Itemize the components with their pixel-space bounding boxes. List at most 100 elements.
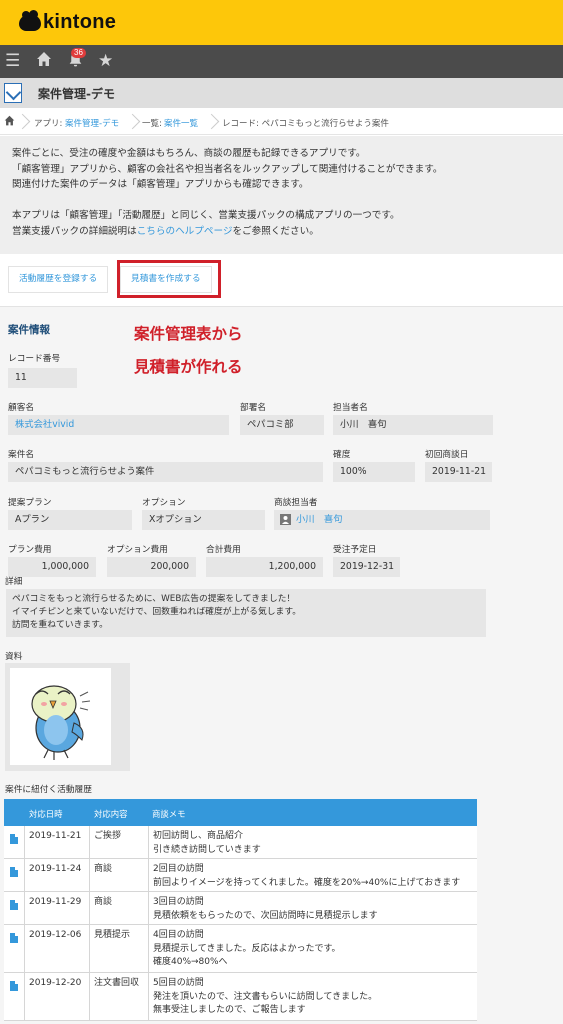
detail-line: ペパコミをもっと流行らせるために、WEB広告の提案をしてきました！ [12, 594, 296, 604]
nav-bar: ☰ 36 ★ [0, 45, 563, 78]
row-date: 2019-12-20 [24, 973, 89, 1020]
memo-line: 確度40%→80%へ [153, 957, 228, 967]
expected-order-date-value: 2019-12-31 [333, 557, 400, 577]
table-row[interactable]: 2019-11-24 商談 2回目の訪問 前回よりイメージを持ってくれました。確… [4, 859, 477, 892]
memo-line: 2回目の訪問 [153, 864, 204, 874]
row-date: 2019-12-06 [24, 925, 89, 972]
sales-rep-label: 商談担当者 [274, 498, 318, 508]
table-row[interactable]: 2019-12-06 見積提示 4回目の訪問 見積提示してきました。反応はよかっ… [4, 925, 477, 973]
breadcrumb-home-icon[interactable] [4, 115, 15, 129]
memo-line: 見積依頼をもらったので、次回訪問時に見積提示します [153, 910, 378, 921]
attachment-thumbnail[interactable] [10, 668, 111, 765]
description-line: 「顧客管理」アプリから、顧客の会社名や担当者名をルックアップして関連付けることが… [12, 163, 443, 175]
description-line: 関連付けた案件のデータは「顧客管理」アプリからも確認できます。 [12, 179, 309, 190]
breadcrumb: アプリ: 案件管理-デモ 一覧: 案件一覧 レコード: ペパコミもっと流行らせよ… [0, 109, 563, 135]
row-memo: 4回目の訪問 見積提示してきました。反応はよかったです。 確度40%→80%へ [148, 925, 477, 972]
detail-value: ペパコミをもっと流行らせるために、WEB広告の提案をしてきました！ イマイチピン… [6, 589, 486, 637]
table-header: 対応日時 対応内容 商談メモ [4, 799, 477, 826]
row-memo: 5回目の訪問 発注を頂いたので、注文書もらいに訪問してきました。 無事受注しまし… [148, 973, 477, 1020]
app-header: 案件管理-デモ [0, 78, 563, 108]
annotation-line1: 案件管理表から [134, 325, 243, 343]
breadcrumb-separator [126, 109, 138, 135]
breadcrumb-app-prefix: アプリ: [34, 119, 63, 129]
row-type: 商談 [89, 892, 148, 924]
help-suffix: をご参照ください。 [232, 225, 319, 237]
row-date: 2019-11-24 [24, 859, 89, 891]
notification-count-badge: 36 [71, 48, 86, 58]
memo-line: 前回よりイメージを持ってくれました。確度を20%→40%に上げておきます [153, 877, 461, 888]
document-icon[interactable] [10, 867, 18, 877]
app-title[interactable]: 案件管理-デモ [38, 85, 115, 102]
total-cost-label: 合計費用 [206, 545, 241, 555]
customer-link[interactable]: 株式会社vivid [8, 415, 229, 435]
attachment-label: 資料 [5, 652, 23, 662]
document-icon[interactable] [10, 981, 18, 991]
option-value: Xオプション [142, 510, 265, 530]
first-meeting-label: 初回商談日 [425, 450, 469, 460]
first-meeting-value: 2019-11-21 [425, 462, 492, 482]
logo-text: kintone [43, 11, 117, 33]
user-icon [280, 514, 291, 525]
app-icon[interactable] [4, 83, 22, 103]
memo-line: 初回訪問し、商品紹介 [153, 831, 244, 841]
contact-value: 小川 喜句 [333, 415, 493, 435]
parakeet-illustration [31, 685, 91, 760]
memo-line: 4回目の訪問 [153, 930, 204, 940]
breadcrumb-record: レコード: ペパコミもっと流行らせよう案件 [222, 119, 389, 129]
department-value: ペパコミ部 [240, 415, 324, 435]
action-bar: 活動履歴を登録する 見積書を作成する [0, 254, 563, 307]
detail-label: 詳細 [5, 577, 23, 587]
table-row[interactable]: 2019-11-21 ご挨拶 初回訪問し、商品紹介 引き続き訪問していきます [4, 826, 477, 859]
memo-line: 無事受注しましたので、ご報告します [153, 1005, 306, 1015]
column-header-date: 対応日時 [29, 809, 63, 819]
row-type: ご挨拶 [89, 826, 148, 858]
description-line: 本アプリは「顧客管理」「活動履歴」と同じく、営業支援パックの構成アプリの一つです… [12, 210, 400, 221]
row-date: 2019-11-21 [24, 826, 89, 858]
record-number-label: レコード番号 [8, 354, 61, 364]
kintone-logo-icon [19, 9, 41, 31]
record-number-value: 11 [8, 368, 77, 388]
department-label: 部署名 [240, 403, 267, 413]
certainty-label: 確度 [333, 450, 351, 460]
row-memo: 3回目の訪問 見積依頼をもらったので、次回訪問時に見積提示します [148, 892, 477, 924]
row-memo: 2回目の訪問 前回よりイメージを持ってくれました。確度を20%→40%に上げてお… [148, 859, 477, 891]
description-line: 案件ごとに、受注の確度や金額はもちろん、商談の履歴も記録できるアプリです。 [12, 148, 366, 159]
kintone-logo[interactable]: kintone [19, 9, 117, 34]
breadcrumb-view-link[interactable]: 案件一覧 [164, 117, 198, 129]
document-icon[interactable] [10, 834, 18, 844]
sales-rep-link[interactable]: 小川 喜句 [274, 510, 490, 530]
breadcrumb-separator [16, 109, 28, 135]
help-page-link[interactable]: こちらのヘルプページ [137, 226, 233, 237]
deal-name-label: 案件名 [8, 450, 35, 460]
description-help-line: 営業支援パックの詳細説明はこちらのヘルプページをご参照ください。 [12, 224, 563, 240]
option-label: オプション [142, 498, 186, 508]
register-activity-button[interactable]: 活動履歴を登録する [8, 266, 109, 293]
highlight-box [117, 260, 221, 298]
attachment-field [5, 663, 130, 771]
breadcrumb-app-link[interactable]: 案件管理-デモ [65, 117, 119, 129]
column-header-type: 対応内容 [94, 809, 128, 819]
help-prefix: 営業支援パックの詳細説明は [12, 225, 137, 237]
row-memo: 初回訪問し、商品紹介 引き続き訪問していきます [148, 826, 477, 858]
row-type: 商談 [89, 859, 148, 891]
table-row[interactable]: 2019-11-29 商談 3回目の訪問 見積依頼をもらったので、次回訪問時に見… [4, 892, 477, 925]
favorites-star-icon[interactable]: ★ [98, 51, 113, 71]
document-icon[interactable] [10, 900, 18, 910]
top-bar: kintone [0, 0, 563, 45]
plan-label: 提案プラン [8, 498, 52, 508]
option-cost-value: 200,000 [107, 557, 196, 577]
breadcrumb-view-prefix: 一覧: [142, 119, 162, 129]
detail-line: イマイチピンと来ていないだけで、回数重ねれば確度が上がる気します。 [12, 607, 302, 617]
memo-line: 5回目の訪問 [153, 978, 204, 988]
deal-name-value: ペパコミもっと流行らせよう案件 [8, 462, 323, 482]
menu-icon[interactable]: ☰ [5, 51, 20, 71]
option-cost-label: オプション費用 [107, 545, 168, 555]
contact-label: 担当者名 [333, 403, 368, 413]
document-icon[interactable] [10, 933, 18, 943]
table-row[interactable]: 2019-12-20 注文書回収 5回目の訪問 発注を頂いたので、注文書もらいに… [4, 973, 477, 1021]
row-type: 注文書回収 [89, 973, 148, 1020]
total-cost-value: 1,200,000 [206, 557, 323, 577]
detail-line: 訪問を重ねていきます。 [12, 620, 108, 630]
home-icon[interactable] [36, 51, 52, 72]
row-date: 2019-11-29 [24, 892, 89, 924]
